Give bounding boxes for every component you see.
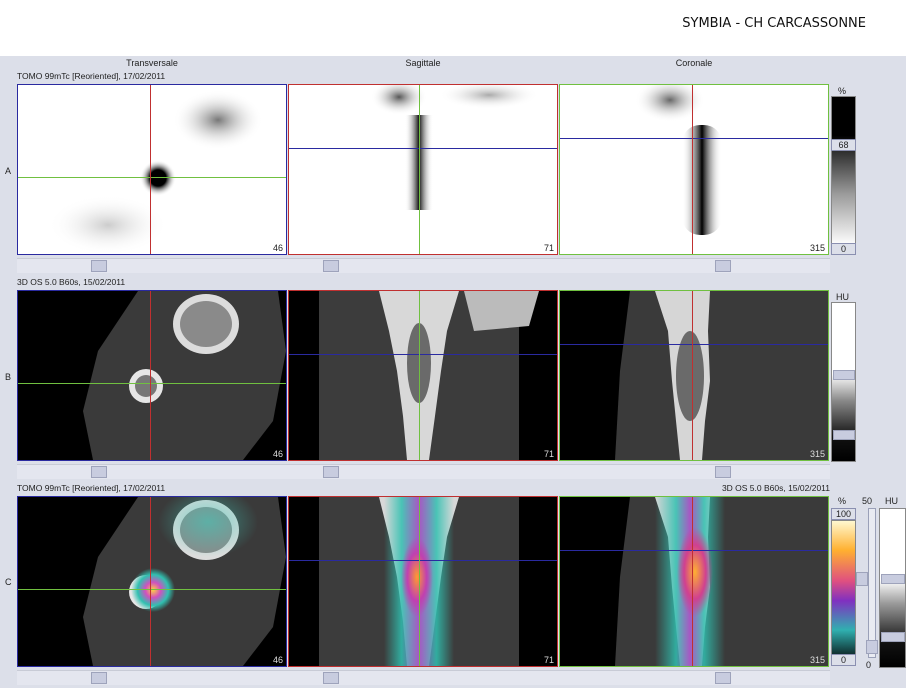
slice-number: 46	[272, 655, 283, 665]
sagittal-slider-thumb[interactable]	[323, 260, 339, 272]
slice-number: 315	[809, 449, 825, 459]
fusion-sagittal-image	[319, 497, 519, 666]
slice-number: 46	[272, 243, 283, 253]
crosshair-horizontal[interactable]	[560, 138, 828, 139]
crosshair-vertical[interactable]	[419, 85, 420, 254]
colorbar-c-ct[interactable]	[879, 508, 906, 668]
colorbar-c-max[interactable]: 100	[831, 508, 856, 520]
row-a-slider-track[interactable]	[17, 258, 830, 273]
ct-sagittal-image	[319, 291, 539, 460]
sagittal-slider-thumb[interactable]	[323, 672, 339, 684]
spect-transverse-view[interactable]: 46	[17, 84, 287, 255]
fusion-coronal-image	[615, 497, 828, 666]
title-bar: SYMBIA - CH CARCASSONNE	[0, 0, 906, 56]
transverse-slider-thumb[interactable]	[91, 466, 107, 478]
colorbar-c-mid: 50	[862, 496, 873, 506]
crosshair-horizontal[interactable]	[18, 177, 286, 178]
row-a-label: A	[5, 166, 12, 176]
crosshair-horizontal[interactable]	[560, 344, 828, 345]
transverse-slider-thumb[interactable]	[91, 260, 107, 272]
colorbar-a-min[interactable]: 0	[831, 243, 856, 255]
ct-transverse-view[interactable]: 46	[17, 290, 287, 461]
row-c-slider-track[interactable]	[17, 670, 830, 685]
crosshair-vertical[interactable]	[150, 85, 151, 254]
crosshair-horizontal[interactable]	[18, 383, 286, 384]
crosshair-vertical[interactable]	[419, 497, 420, 666]
crosshair-horizontal[interactable]	[289, 148, 557, 149]
slice-number: 71	[543, 655, 554, 665]
colorbar-a[interactable]	[831, 96, 856, 246]
crosshair-vertical[interactable]	[150, 291, 151, 460]
row-a-caption: TOMO 99mTc [Reoriented], 17/02/2011	[17, 71, 166, 81]
slice-number: 71	[543, 449, 554, 459]
ct-sagittal-view[interactable]: 71	[288, 290, 558, 461]
coronal-slider-thumb[interactable]	[715, 260, 731, 272]
row-c-caption: TOMO 99mTc [Reoriented], 17/02/2011	[17, 483, 166, 493]
colorbar-c-handle[interactable]	[856, 572, 868, 586]
colorbar-c-min[interactable]: 0	[831, 654, 856, 666]
slice-number: 315	[809, 655, 825, 665]
crosshair-horizontal[interactable]	[18, 589, 286, 590]
sagittal-slider-thumb[interactable]	[323, 466, 339, 478]
spect-sagittal-image	[371, 85, 539, 210]
row-b-label: B	[5, 372, 12, 382]
fusion-transverse-image	[83, 497, 286, 666]
spect-coronal-view[interactable]: 315	[559, 84, 829, 255]
spect-transverse-image	[48, 90, 263, 254]
column-transverse-heading: Transversale	[126, 58, 178, 68]
fusion-sagittal-view[interactable]: 71	[288, 496, 558, 667]
spect-coronal-image	[635, 85, 722, 235]
blend-slider[interactable]	[868, 508, 876, 658]
ct-transverse-image	[83, 291, 286, 460]
row-c-caption-right: 3D OS 5.0 B60s, 15/02/2011	[721, 483, 830, 493]
crosshair-vertical[interactable]	[692, 291, 693, 460]
crosshair-vertical[interactable]	[150, 497, 151, 666]
row-b-slider-track[interactable]	[17, 464, 830, 479]
colorbar-b-lower-handle[interactable]	[833, 430, 855, 440]
colorbar-a-level[interactable]: 68	[831, 139, 856, 151]
crosshair-vertical[interactable]	[692, 85, 693, 254]
colorbar-c-ct-upper-handle[interactable]	[881, 574, 905, 584]
crosshair-horizontal[interactable]	[560, 550, 828, 551]
ct-coronal-image	[615, 291, 828, 460]
crosshair-vertical[interactable]	[692, 497, 693, 666]
coronal-slider-thumb[interactable]	[715, 466, 731, 478]
transverse-slider-thumb[interactable]	[91, 672, 107, 684]
spect-sagittal-view[interactable]: 71	[288, 84, 558, 255]
ct-coronal-view[interactable]: 315	[559, 290, 829, 461]
colorbar-c-fusion[interactable]	[831, 520, 856, 655]
fusion-coronal-view[interactable]: 315	[559, 496, 829, 667]
colorbar-b-upper-handle[interactable]	[833, 370, 855, 380]
row-c-label: C	[5, 577, 12, 587]
slice-number: 46	[272, 449, 283, 459]
institution-label: SYMBIA - CH CARCASSONNE	[682, 16, 866, 31]
colorbar-c-unit2: HU	[885, 496, 898, 506]
blend-slider-thumb[interactable]	[866, 640, 878, 654]
colorbar-b-unit: HU	[836, 292, 849, 302]
column-sagittal-heading: Sagittale	[405, 58, 441, 68]
crosshair-horizontal[interactable]	[289, 560, 557, 561]
crosshair-horizontal[interactable]	[289, 354, 557, 355]
colorbar-c-ct-lower-handle[interactable]	[881, 632, 905, 642]
colorbar-a-unit: %	[838, 86, 847, 96]
fusion-transverse-view[interactable]: 46	[17, 496, 287, 667]
crosshair-vertical[interactable]	[419, 291, 420, 460]
colorbar-c-unit: %	[838, 496, 847, 506]
row-b-caption: 3D OS 5.0 B60s, 15/02/2011	[17, 277, 126, 287]
blend-slider-min: 0	[866, 660, 872, 670]
column-coronal-heading: Coronale	[675, 58, 713, 68]
slice-number: 71	[543, 243, 554, 253]
slice-number: 315	[809, 243, 825, 253]
coronal-slider-thumb[interactable]	[715, 672, 731, 684]
